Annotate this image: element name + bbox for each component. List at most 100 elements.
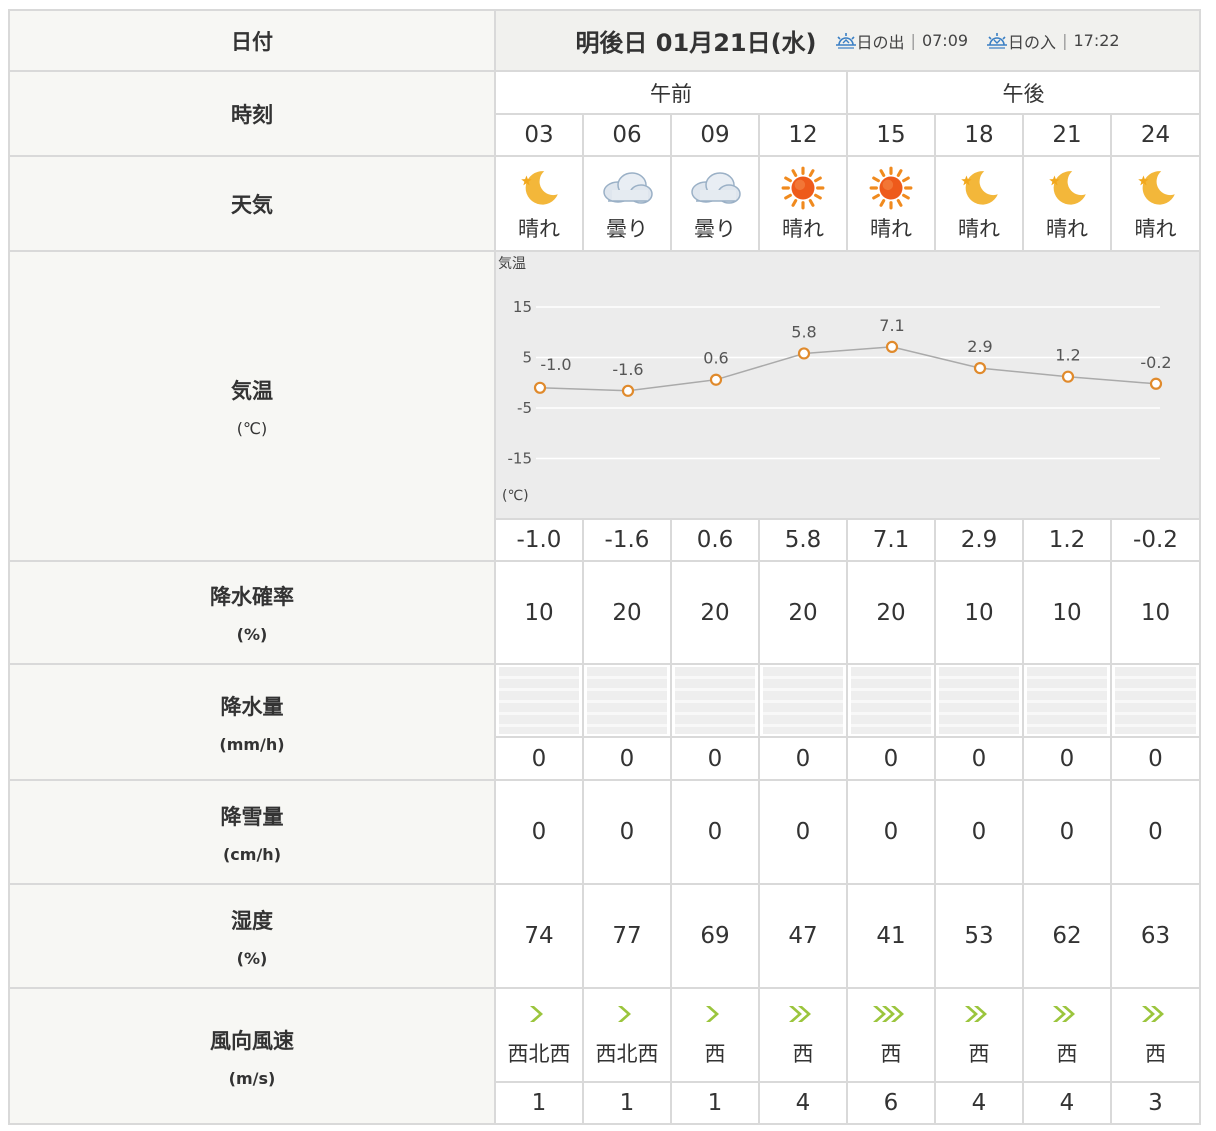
precip-bar-cell — [1110, 663, 1201, 738]
sunrise-icon — [835, 32, 856, 49]
sunset-label: 日の入 — [1008, 32, 1057, 52]
date-header: 明後日 01月21日(水) 日の出 | 07:09 日の入 | 17:22 — [494, 9, 1201, 72]
temp-data-label: 0.6 — [703, 349, 728, 368]
snow-cell: 0 — [1022, 779, 1112, 885]
hour-cell: 15 — [846, 113, 936, 157]
precip-prob-label: 降水確率 — [210, 585, 294, 609]
forecast-page: 日付 明後日 01月21日(水) 日の出 | 07:09 日の入 | 17:22… — [0, 0, 1216, 1131]
hour-cell: 21 — [1022, 113, 1112, 157]
sun-icon — [868, 165, 914, 211]
y-tick-label: -15 — [508, 450, 533, 468]
precip-bar — [587, 667, 667, 734]
cloud-icon — [598, 165, 656, 211]
temp-value-cell: 1.2 — [1022, 518, 1112, 562]
precip-bar-cell — [846, 663, 936, 738]
moon-icon — [956, 165, 1002, 211]
wind-direction: 西 — [704, 1042, 726, 1066]
y-tick-label: 15 — [513, 298, 532, 316]
snow-cell: 0 — [846, 779, 936, 885]
humidity-cell: 62 — [1022, 883, 1112, 989]
precip-bar — [1027, 667, 1107, 734]
temp-chart: 気温 (℃) 15 5 -5 -15 -1.0 -1.6 0.6 5.8 7.1 2.9 1.2 -0.2 — [498, 256, 1172, 504]
snow-cell: 0 — [494, 779, 584, 885]
wind-direction: 西 — [1145, 1042, 1166, 1066]
chart-unit: (℃) — [502, 488, 529, 504]
wind-direction: 西北西 — [507, 1042, 571, 1066]
wind-speed-cell: 4 — [758, 1081, 848, 1125]
sunrise-label: 日の出 — [856, 32, 905, 52]
weather-text: 晴れ — [782, 216, 824, 241]
wind-cell: 西 — [934, 987, 1024, 1083]
snow-cell: 0 — [670, 779, 760, 885]
moon-icon — [516, 165, 562, 211]
precip-amount-cell: 0 — [670, 736, 760, 781]
precip-bar-cell — [494, 663, 584, 738]
wind-speed-cell: 3 — [1110, 1081, 1201, 1125]
wind-cell: 西 — [1022, 987, 1112, 1083]
temp-label: 気温 — [231, 378, 273, 403]
wind-cell: 西 — [846, 987, 936, 1083]
precip-prob-cell: 10 — [1022, 560, 1112, 665]
forecast-table: 日付 明後日 01月21日(水) 日の出 | 07:09 日の入 | 17:22… — [8, 9, 1201, 1125]
weather-cell: 晴れ — [934, 155, 1024, 252]
temp-point — [1149, 377, 1163, 390]
precip-amount-cell: 0 — [494, 736, 584, 781]
humidity-cell: 63 — [1110, 883, 1201, 989]
temp-data-label: -0.2 — [1140, 353, 1171, 372]
sunrise-info: 日の出 | 07:09 — [835, 29, 969, 53]
precip-bar — [851, 667, 931, 734]
precip-prob-unit: (%) — [236, 625, 268, 644]
wind-speed-cell: 1 — [494, 1081, 584, 1125]
wind-label-cell: 風向風速 (m/s) — [8, 987, 496, 1125]
temp-label-cell: 気温 (℃) — [8, 250, 496, 562]
chart-title: 気温 — [498, 256, 526, 272]
snow-cell: 0 — [758, 779, 848, 885]
precip-amount-cell: 0 — [582, 736, 672, 781]
precip-amount-cell: 0 — [934, 736, 1024, 781]
temp-point — [1061, 370, 1075, 383]
y-tick-label: 5 — [522, 349, 532, 367]
temp-data-label: 1.2 — [1055, 346, 1080, 365]
weather-cell: 晴れ — [758, 155, 848, 252]
temp-point — [621, 384, 635, 397]
sunset-info: 日の入 | 17:22 — [986, 29, 1120, 53]
hour-cell: 12 — [758, 113, 848, 157]
humidity-cell: 53 — [934, 883, 1024, 989]
temp-point — [533, 381, 547, 394]
sunset-icon — [987, 32, 1008, 49]
sunrise-time: 07:09 — [921, 31, 969, 50]
hour-cell: 09 — [670, 113, 760, 157]
weather-text: 曇り — [694, 216, 736, 241]
weather-text: 晴れ — [518, 216, 560, 241]
wind-speed-cell: 1 — [582, 1081, 672, 1125]
precip-bar — [1115, 667, 1196, 734]
precip-prob-cell: 20 — [582, 560, 672, 665]
wind-arrow-icon — [785, 1002, 821, 1030]
wind-arrow-icon — [702, 1002, 729, 1030]
wind-direction: 西北西 — [595, 1042, 659, 1066]
weather-cell: 曇り — [582, 155, 672, 252]
hour-cell: 24 — [1110, 113, 1201, 157]
weather-text: 晴れ — [1046, 216, 1088, 241]
temp-value-cell: 7.1 — [846, 518, 936, 562]
wind-speed-cell: 4 — [1022, 1081, 1112, 1125]
snow-cell: 0 — [934, 779, 1024, 885]
precip-bar — [499, 667, 579, 734]
precip-amount-cell: 0 — [846, 736, 936, 781]
wind-direction: 西 — [792, 1042, 814, 1066]
wind-direction: 西 — [880, 1042, 902, 1066]
humidity-cell: 74 — [494, 883, 584, 989]
wind-speed-cell: 1 — [670, 1081, 760, 1125]
weather-text: 曇り — [606, 216, 648, 241]
temp-point — [885, 340, 899, 353]
humidity-cell: 41 — [846, 883, 936, 989]
precip-amount-cell: 0 — [1022, 736, 1112, 781]
wind-direction: 西 — [1056, 1042, 1078, 1066]
wind-cell: 西 — [1110, 987, 1201, 1083]
snow-unit: (cm/h) — [222, 844, 281, 864]
wind-speed-cell: 6 — [846, 1081, 936, 1125]
temp-value-cell: -1.0 — [494, 518, 584, 562]
sun-icon — [780, 165, 826, 211]
wind-label: 風向風速 — [210, 1028, 294, 1053]
temp-data-label: -1.6 — [612, 360, 643, 379]
